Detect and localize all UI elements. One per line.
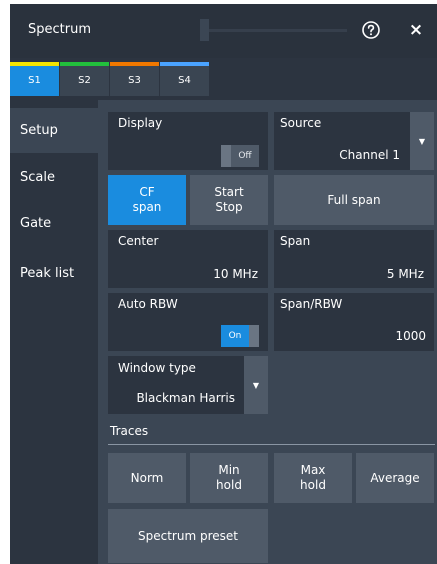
traces-divider — [108, 444, 435, 445]
window-type-value: Blackman Harris — [136, 391, 235, 405]
span-value: 5 MHz — [386, 267, 424, 281]
start-stop-button[interactable]: Start Stop — [190, 175, 268, 225]
source-label: Source — [280, 116, 322, 130]
display-toggle-knob — [221, 145, 231, 167]
spectrum-preset-button[interactable]: Spectrum preset — [108, 509, 268, 563]
sidebar: Setup Scale Gate Peak list — [10, 100, 98, 564]
cf-span-button[interactable]: CF span — [108, 175, 186, 225]
display-toggle-state: Off — [231, 145, 259, 167]
window-type-label: Window type — [118, 361, 196, 375]
window-type-dropdown-button[interactable]: ▼ — [244, 356, 268, 414]
tab-s1[interactable]: S1 — [10, 62, 59, 96]
full-span-button[interactable]: Full span — [274, 175, 434, 225]
span-field[interactable]: Span 5 MHz — [274, 230, 434, 288]
transparency-slider-handle[interactable] — [200, 19, 209, 41]
center-field[interactable]: Center 10 MHz — [108, 230, 268, 288]
auto-rbw-toggle[interactable]: On — [221, 325, 259, 347]
display-label: Display — [118, 116, 163, 130]
chevron-down-icon: ▼ — [252, 380, 260, 390]
span-rbw-label: Span/RBW — [280, 297, 343, 311]
setup-content: Display Off Source Channel 1 ▼ CF span S… — [98, 100, 437, 564]
source-dropdown-button[interactable]: ▼ — [410, 112, 434, 170]
center-value: 10 MHz — [213, 267, 258, 281]
center-label: Center — [118, 234, 159, 248]
auto-rbw-toggle-knob — [249, 325, 259, 347]
help-circle-icon[interactable] — [361, 20, 381, 40]
dialog-title: Spectrum — [28, 22, 91, 37]
trace-min-hold-button[interactable]: Min hold — [190, 453, 268, 503]
trace-norm-button[interactable]: Norm — [108, 453, 186, 503]
chevron-down-icon: ▼ — [418, 136, 426, 146]
sidebar-item-gate[interactable]: Gate — [10, 201, 98, 246]
tab-s2[interactable]: S2 — [60, 62, 109, 96]
tab-s4[interactable]: S4 — [160, 62, 209, 96]
trace-average-button[interactable]: Average — [356, 453, 434, 503]
sidebar-item-setup[interactable]: Setup — [10, 108, 98, 153]
display-toggle[interactable]: Off — [221, 145, 259, 167]
sidebar-item-scale[interactable]: Scale — [10, 155, 98, 200]
trace-max-hold-button[interactable]: Max hold — [274, 453, 352, 503]
title-bar: Spectrum × — [10, 4, 437, 58]
transparency-slider-track[interactable] — [209, 29, 347, 32]
span-rbw-value: 1000 — [395, 329, 426, 343]
auto-rbw-box: Auto RBW On — [108, 293, 268, 351]
tab-s3[interactable]: S3 — [110, 62, 159, 96]
span-rbw-field[interactable]: Span/RBW 1000 — [274, 293, 434, 351]
source-value: Channel 1 — [339, 148, 400, 162]
close-icon[interactable]: × — [408, 22, 424, 39]
source-box[interactable]: Source Channel 1 — [274, 112, 410, 170]
display-box: Display Off — [108, 112, 268, 170]
sidebar-item-peak-list[interactable]: Peak list — [10, 251, 98, 296]
auto-rbw-label: Auto RBW — [118, 297, 178, 311]
spectrum-dialog: Spectrum × S1 S2 S3 S4 Setup Scale Gate … — [10, 4, 437, 564]
span-label: Span — [280, 234, 311, 248]
traces-section-label: Traces — [110, 424, 149, 438]
auto-rbw-toggle-state: On — [221, 325, 249, 347]
window-type-box[interactable]: Window type Blackman Harris — [108, 356, 244, 414]
